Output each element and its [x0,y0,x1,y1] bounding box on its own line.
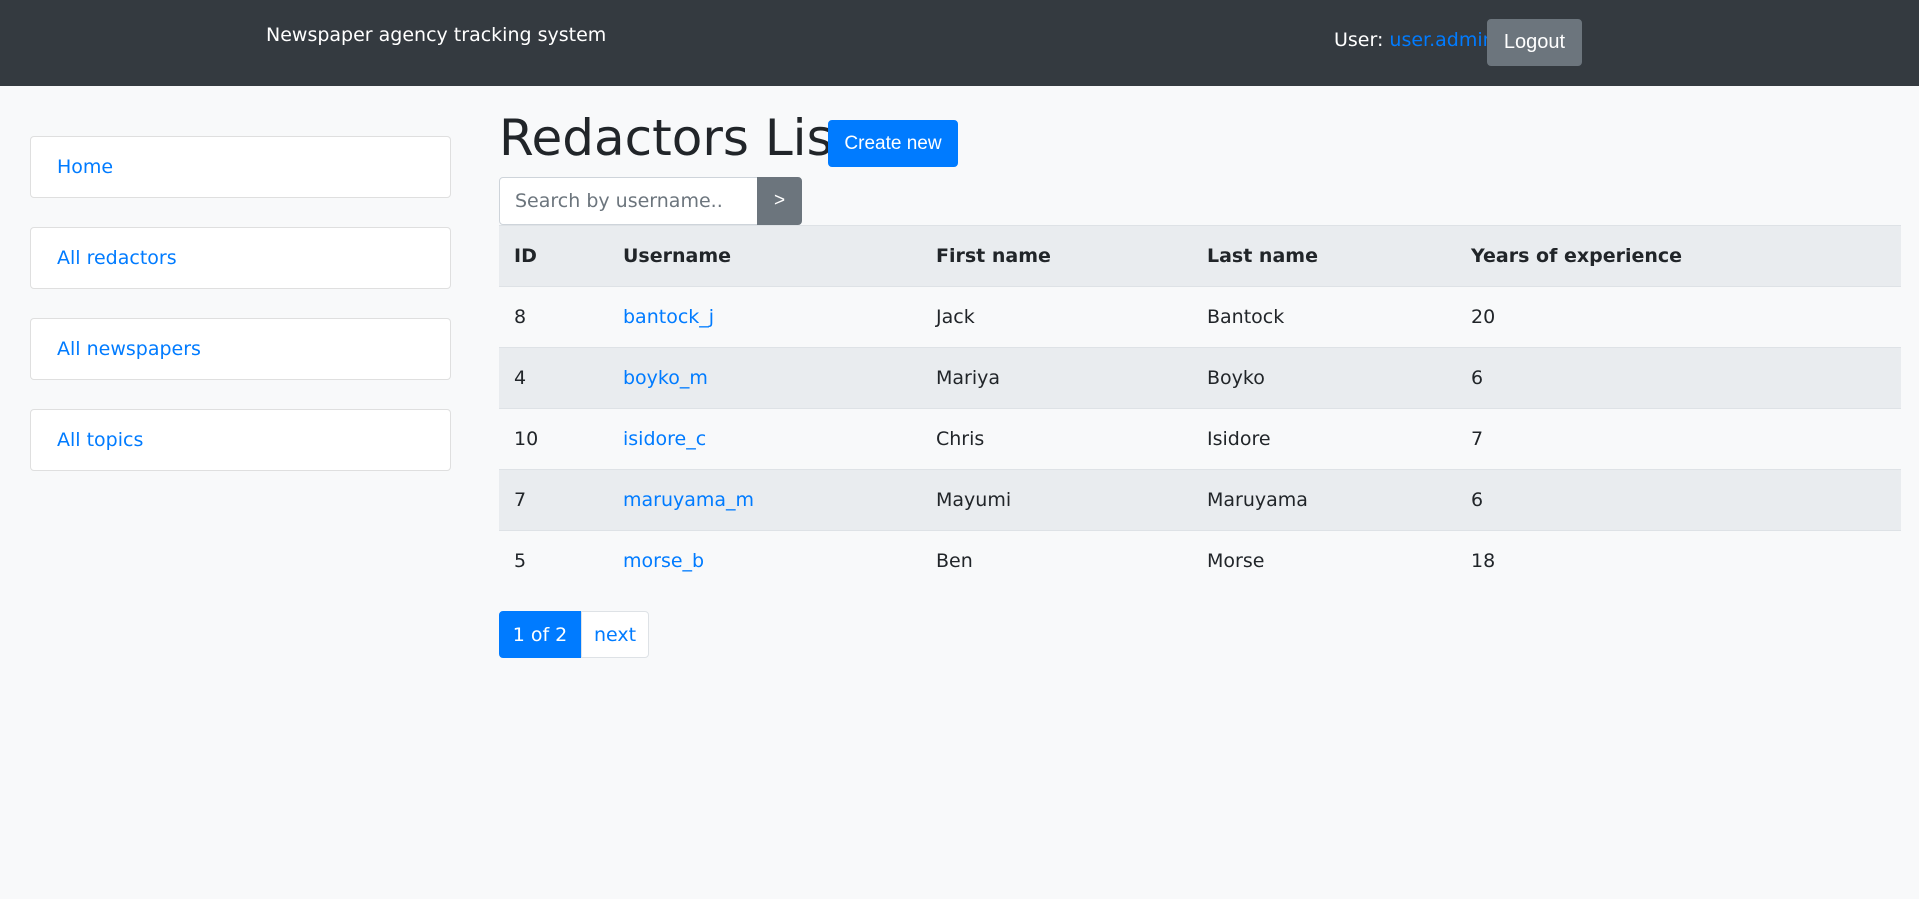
cell-years: 6 [1456,347,1901,409]
sidebar-item-all-newspapers[interactable]: All newspapers [30,318,451,380]
app-title: Newspaper agency tracking system [266,24,607,46]
cell-years: 18 [1456,530,1901,592]
cell-last-name: Morse [1192,530,1456,592]
cell-id: 4 [499,347,608,409]
column-header-id: ID [499,225,608,287]
cell-id: 8 [499,286,608,348]
username-link[interactable]: maruyama_m [623,489,754,511]
pagination-next-link[interactable]: next [581,611,649,658]
table-row: 8 bantock_j Jack Bantock 20 [499,286,1901,348]
user-label: User: [1334,29,1390,51]
cell-first-name: Jack [921,286,1192,348]
cell-last-name: Isidore [1192,408,1456,470]
search-submit-button[interactable]: > [757,177,802,225]
cell-last-name: Boyko [1192,347,1456,409]
sidebar-item-all-redactors[interactable]: All redactors [30,227,451,289]
table-row: 7 maruyama_m Mayumi Maruyama 6 [499,469,1901,531]
search-input[interactable] [499,177,758,225]
table-row: 10 isidore_c Chris Isidore 7 [499,408,1901,470]
table-header-row: ID Username First name Last name Years o… [499,225,1901,287]
cell-first-name: Mariya [921,347,1192,409]
cell-first-name: Chris [921,408,1192,470]
pagination: 1 of 2 next [499,611,649,658]
redactors-table: ID Username First name Last name Years o… [499,225,1901,592]
sidebar-item-all-topics[interactable]: All topics [30,409,451,471]
create-new-button[interactable]: Create new [828,120,958,167]
user-info: User: user.admin [1334,29,1495,51]
cell-id: 10 [499,408,608,470]
cell-first-name: Ben [921,530,1192,592]
column-header-last-name: Last name [1192,225,1456,287]
logout-button[interactable]: Logout [1487,19,1582,66]
user-link[interactable]: user.admin [1389,29,1494,51]
cell-years: 20 [1456,286,1901,348]
cell-years: 7 [1456,408,1901,470]
username-link[interactable]: boyko_m [623,367,708,389]
column-header-first-name: First name [921,225,1192,287]
table-row: 4 boyko_m Mariya Boyko 6 [499,347,1901,409]
username-link[interactable]: morse_b [623,550,704,572]
cell-first-name: Mayumi [921,469,1192,531]
username-link[interactable]: isidore_c [623,428,706,450]
sidebar-item-home[interactable]: Home [30,136,451,198]
cell-years: 6 [1456,469,1901,531]
top-navbar: Newspaper agency tracking system User: u… [0,0,1919,86]
username-link[interactable]: bantock_j [623,306,714,328]
cell-last-name: Maruyama [1192,469,1456,531]
page-title: Redactors List [499,109,853,167]
table-row: 5 morse_b Ben Morse 18 [499,530,1901,592]
pagination-current-page: 1 of 2 [499,611,581,658]
column-header-username: Username [608,225,921,287]
cell-id: 5 [499,530,608,592]
column-header-years-of-experience: Years of experience [1456,225,1901,287]
cell-last-name: Bantock [1192,286,1456,348]
cell-id: 7 [499,469,608,531]
